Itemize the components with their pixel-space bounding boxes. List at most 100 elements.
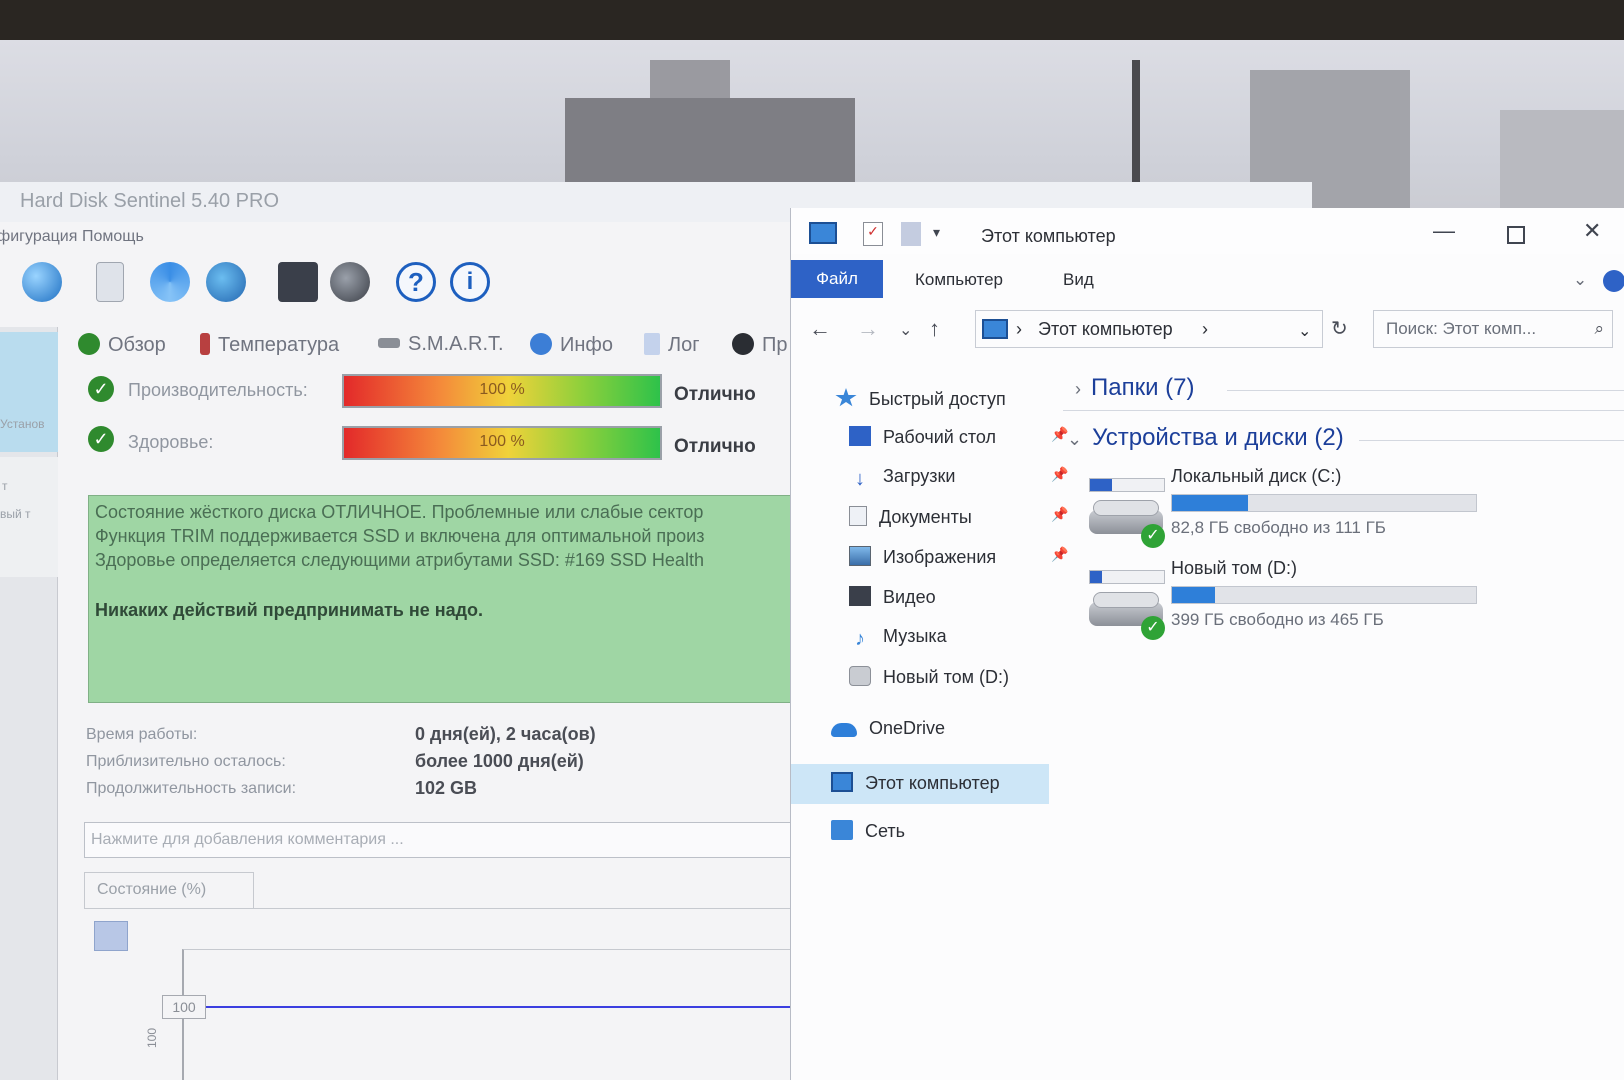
hard-drive-icon: ✓	[1089, 494, 1165, 548]
health-ok-icon: ✓	[88, 426, 114, 452]
nav-label: Этот компьютер	[865, 773, 1000, 793]
explorer-navigation-bar: ← → ⌄ ↑ › Этот компьютер › ⌄ ↻ Поиск: Эт…	[791, 310, 1624, 354]
new-folder-icon[interactable]	[901, 222, 921, 246]
monitor-icon[interactable]	[278, 262, 318, 302]
chart-axes	[182, 949, 802, 1080]
tab-overview[interactable]: Обзор	[78, 333, 166, 357]
explorer-ribbon: Файл Компьютер Вид ⌄	[791, 260, 1624, 298]
health-percent: 100 %	[479, 433, 525, 450]
nav-desktop[interactable]: Рабочий стол 📌	[849, 426, 1068, 462]
drive-free-space: 82,8 ГБ свободно из 111 ГБ	[1171, 518, 1386, 537]
back-arrow-icon[interactable]: ←	[809, 316, 831, 342]
tab-label: Обзор	[108, 334, 166, 356]
refresh-icon[interactable]	[150, 262, 190, 302]
report-icon[interactable]	[96, 262, 124, 302]
computer-icon	[831, 772, 853, 792]
address-bar[interactable]: › Этот компьютер › ⌄	[975, 310, 1323, 348]
tab-info[interactable]: Инфо	[530, 333, 613, 357]
music-note-icon: ♪	[855, 628, 865, 650]
nav-label: Музыка	[883, 626, 947, 646]
ribbon-expand-icon[interactable]: ⌄	[1573, 270, 1587, 290]
drive-usage-bar	[1171, 586, 1477, 604]
minimize-icon[interactable]: —	[1433, 218, 1455, 244]
globe-icon[interactable]	[22, 262, 62, 302]
nav-images[interactable]: Изображения 📌	[849, 546, 1068, 582]
smart-icon	[378, 338, 400, 348]
help-icon[interactable]	[1603, 270, 1624, 292]
disk-list-item[interactable]: Установ	[0, 332, 58, 452]
tab-smart[interactable]: S.M.A.R.T.	[378, 333, 504, 356]
health-rating: Отлично	[674, 436, 756, 457]
tab-performance[interactable]: Пр	[732, 333, 788, 357]
nav-label: Быстрый доступ	[869, 389, 1006, 409]
breadcrumb-this-pc[interactable]: Этот компьютер	[1038, 319, 1173, 340]
hds-toolbar: ? i	[0, 254, 800, 314]
status-action: Никаких действий предпринимать не надо.	[95, 600, 484, 620]
ribbon-tab-computer[interactable]: Компьютер	[915, 270, 1003, 290]
check-icon	[78, 333, 100, 355]
drive-mini-bar	[1089, 570, 1165, 584]
save-icon[interactable]	[94, 921, 128, 951]
nav-downloads[interactable]: ↓ Загрузки 📌	[849, 466, 1068, 502]
address-dropdown-icon[interactable]: ⌄	[1298, 321, 1311, 341]
document-icon	[849, 506, 867, 526]
nav-quick-access[interactable]: Быстрый доступ	[835, 388, 1006, 424]
health-series-line	[184, 1006, 802, 1008]
group-devices[interactable]: ⌄ Устройства и диски (2)	[1067, 424, 1344, 452]
tab-log[interactable]: Лог	[644, 333, 700, 357]
star-icon	[835, 388, 857, 407]
forward-arrow-icon[interactable]: →	[857, 316, 879, 342]
group-label: Папки (7)	[1091, 374, 1195, 401]
drive-name: Локальный диск (C:)	[1171, 466, 1342, 486]
nav-music[interactable]: ♪ Музыка	[849, 626, 947, 662]
drive-mini-bar	[1089, 478, 1165, 492]
close-icon[interactable]: ✕	[1583, 218, 1601, 244]
properties-icon[interactable]: ✓	[863, 222, 883, 246]
disk-icon[interactable]	[330, 262, 370, 302]
nav-documents[interactable]: Документы 📌	[849, 506, 1068, 542]
nav-this-pc[interactable]: Этот компьютер	[791, 764, 1049, 804]
recent-locations-icon[interactable]: ⌄	[899, 320, 912, 340]
menu-help[interactable]: Помощь	[82, 228, 144, 246]
written-value: 102 GB	[415, 778, 478, 798]
chart-value-label: 100	[162, 995, 206, 1019]
network-icon[interactable]	[206, 262, 246, 302]
group-folders[interactable]: › Папки (7)	[1075, 374, 1195, 402]
download-icon: ↓	[855, 468, 865, 490]
drive-usage-bar	[1171, 494, 1477, 512]
help-icon[interactable]: ?	[396, 262, 436, 302]
remaining-label: Приблизительно осталось:	[86, 753, 286, 770]
nav-network[interactable]: Сеть	[831, 820, 905, 856]
search-box[interactable]: Поиск: Этот комп... ⌕	[1373, 310, 1613, 348]
tab-state-percent[interactable]: Состояние (%)	[84, 872, 254, 908]
drive-name: Новый том (D:)	[1171, 558, 1297, 578]
nav-label: Рабочий стол	[883, 427, 996, 447]
ribbon-tab-file[interactable]: Файл	[791, 260, 883, 298]
maximize-icon[interactable]	[1507, 226, 1525, 244]
nav-label: Сеть	[865, 821, 906, 841]
navigation-pane: Быстрый доступ Рабочий стол 📌 ↓ Загрузки 📌 …	[791, 368, 1068, 1080]
refresh-icon[interactable]: ↻	[1331, 316, 1348, 341]
nav-label: Загрузки	[883, 466, 956, 486]
status-line: Здоровье определяется следующими атрибут…	[95, 550, 704, 570]
nav-video[interactable]: Видео	[849, 586, 936, 622]
nav-new-volume-d[interactable]: Новый том (D:)	[849, 666, 1009, 702]
breadcrumb-separator-icon[interactable]: ›	[1202, 319, 1208, 340]
desktop-icon	[849, 426, 871, 446]
info-icon[interactable]: i	[450, 262, 490, 302]
ribbon-tab-view[interactable]: Вид	[1063, 270, 1094, 290]
up-arrow-icon[interactable]: ↑	[929, 316, 940, 342]
menu-configuration[interactable]: Конфигурация	[0, 228, 77, 246]
disk-list-item[interactable]: т вый т	[0, 457, 58, 577]
explorer-title-bar[interactable]: ✓ ▾ Этот компьютер — ✕	[791, 208, 1624, 254]
tab-temperature[interactable]: Температура	[200, 333, 339, 357]
wallpaper-building	[650, 60, 730, 100]
performance-label: Производительность:	[128, 380, 308, 400]
comment-field[interactable]: Нажмите для добавления комментария ...	[84, 822, 800, 858]
computer-icon	[982, 319, 1008, 339]
health-chart: 100 100	[84, 908, 802, 1080]
nav-onedrive[interactable]: OneDrive	[831, 718, 945, 754]
disk-list-text: Установ	[0, 417, 45, 431]
customize-toolbar-icon[interactable]: ▾	[933, 224, 940, 241]
comment-placeholder: Нажмите для добавления комментария ...	[91, 831, 404, 848]
